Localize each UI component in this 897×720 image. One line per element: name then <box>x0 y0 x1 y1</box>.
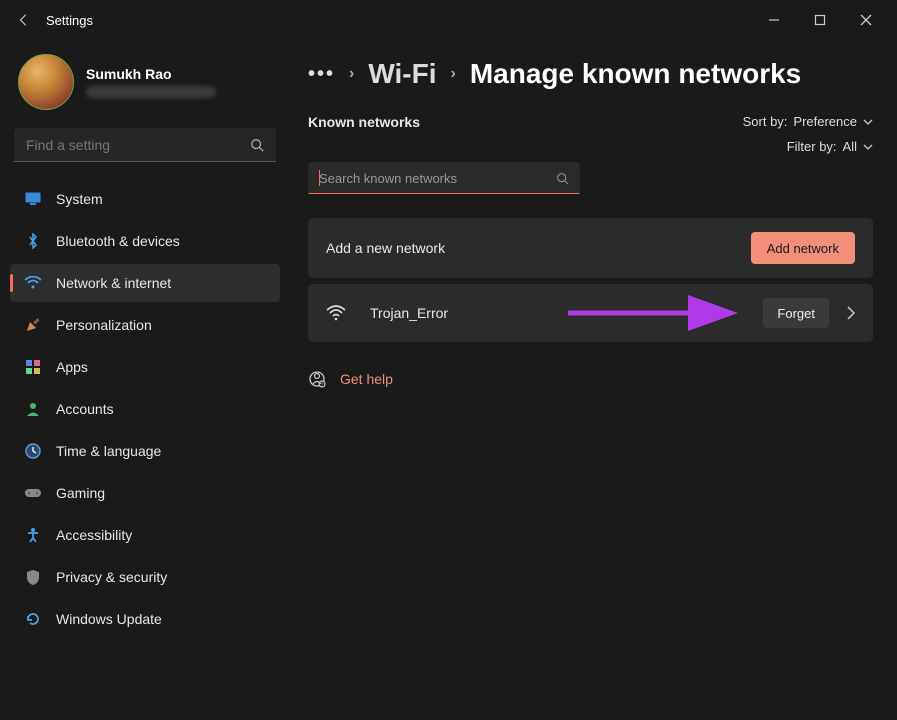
help-icon: ? <box>308 370 326 388</box>
chevron-down-icon <box>863 144 873 150</box>
close-button[interactable] <box>843 4 889 36</box>
profile[interactable]: Sumukh Rao <box>10 48 280 124</box>
titlebar: Settings <box>0 0 897 40</box>
nav-time[interactable]: Time & language <box>10 432 280 470</box>
search-icon <box>250 138 264 152</box>
nav-label: Accounts <box>56 401 114 417</box>
breadcrumb: ••• › Wi-Fi › Manage known networks <box>308 58 873 90</box>
nav-label: Bluetooth & devices <box>56 233 180 249</box>
minimize-button[interactable] <box>751 4 797 36</box>
nav-label: Privacy & security <box>56 569 167 585</box>
known-networks-label: Known networks <box>308 114 420 130</box>
add-network-text: Add a new network <box>326 240 751 256</box>
nav-label: Network & internet <box>56 275 171 291</box>
update-icon <box>24 610 42 628</box>
search-networks[interactable] <box>308 162 580 194</box>
nav-apps[interactable]: Apps <box>10 348 280 386</box>
nav-label: Personalization <box>56 317 152 333</box>
chevron-right-icon: › <box>349 65 354 83</box>
profile-email-redacted <box>86 86 216 98</box>
get-help: ? Get help <box>308 370 873 388</box>
nav-label: Apps <box>56 359 88 375</box>
sort-by-dropdown[interactable]: Sort by: Preference <box>743 114 873 129</box>
nav-network[interactable]: Network & internet <box>10 264 280 302</box>
chevron-down-icon <box>863 119 873 125</box>
maximize-button[interactable] <box>797 4 843 36</box>
breadcrumb-current: Manage known networks <box>470 58 801 90</box>
apps-icon <box>24 358 42 376</box>
network-item[interactable]: Trojan_Error Forget <box>308 284 873 342</box>
filter-label: Filter by: <box>787 139 837 154</box>
forget-button[interactable]: Forget <box>763 298 829 328</box>
nav-bluetooth[interactable]: Bluetooth & devices <box>10 222 280 260</box>
nav-personalization[interactable]: Personalization <box>10 306 280 344</box>
nav-label: Windows Update <box>56 611 162 627</box>
window-title: Settings <box>46 13 751 28</box>
nav-label: Time & language <box>56 443 161 459</box>
filter-value: All <box>843 139 857 154</box>
add-network-card: Add a new network Add network <box>308 218 873 278</box>
nav-system[interactable]: System <box>10 180 280 218</box>
avatar <box>18 54 74 110</box>
sort-value: Preference <box>793 114 857 129</box>
wifi-icon <box>326 305 346 321</box>
sort-label: Sort by: <box>743 114 788 129</box>
chevron-right-icon: › <box>451 65 456 83</box>
nav-accessibility[interactable]: Accessibility <box>10 516 280 554</box>
expand-network-button[interactable] <box>847 306 855 320</box>
breadcrumb-overflow[interactable]: ••• <box>308 63 335 86</box>
nav-label: Accessibility <box>56 527 132 543</box>
main-content: ••• › Wi-Fi › Manage known networks Know… <box>290 40 897 720</box>
nav-accounts[interactable]: Accounts <box>10 390 280 428</box>
nav-privacy[interactable]: Privacy & security <box>10 558 280 596</box>
network-name: Trojan_Error <box>370 305 763 321</box>
personalization-icon <box>24 316 42 334</box>
accounts-icon <box>24 400 42 418</box>
breadcrumb-wifi[interactable]: Wi-Fi <box>368 58 436 90</box>
profile-name: Sumukh Rao <box>86 66 216 82</box>
accessibility-icon <box>24 526 42 544</box>
bluetooth-icon <box>24 232 42 250</box>
add-network-button[interactable]: Add network <box>751 232 855 264</box>
nav-gaming[interactable]: Gaming <box>10 474 280 512</box>
search-networks-input[interactable] <box>319 171 556 186</box>
search-icon <box>556 172 569 185</box>
shield-icon <box>24 568 42 586</box>
sidebar: Sumukh Rao System Bluetooth & devices Ne… <box>0 40 290 720</box>
time-icon <box>24 442 42 460</box>
back-button[interactable] <box>8 4 40 36</box>
settings-search[interactable] <box>14 128 276 162</box>
settings-search-input[interactable] <box>26 137 250 153</box>
filter-by-dropdown[interactable]: Filter by: All <box>787 139 873 154</box>
get-help-link[interactable]: Get help <box>340 371 393 387</box>
system-icon <box>24 190 42 208</box>
nav-label: Gaming <box>56 485 105 501</box>
wifi-icon <box>24 274 42 292</box>
nav-update[interactable]: Windows Update <box>10 600 280 638</box>
nav-label: System <box>56 191 103 207</box>
gaming-icon <box>24 484 42 502</box>
